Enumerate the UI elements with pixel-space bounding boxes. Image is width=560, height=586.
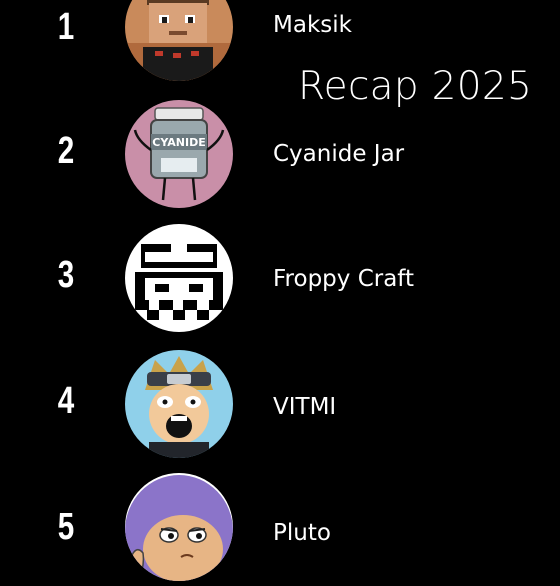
ninja-headband-avatar	[125, 350, 233, 458]
ranking-row-5: 5 Pluto	[0, 473, 560, 586]
cyanide-jar-avatar: CYANIDE	[125, 100, 233, 208]
jar-label: CYANIDE	[152, 136, 205, 149]
ranking-row-1: 1 Maksik	[0, 0, 560, 86]
rank-number: 1	[57, 6, 75, 48]
ranking-row-3: 3 Froppy Craft	[0, 224, 560, 334]
rank-number: 3	[57, 254, 75, 296]
ranking-row-2: 2 CYANIDE Cyanide Jar	[0, 100, 560, 210]
player-name: Pluto	[273, 520, 331, 546]
rank-number: 4	[57, 380, 75, 422]
player-name: VITMI	[273, 394, 337, 420]
player-name: Maksik	[273, 12, 352, 38]
player-name: Cyanide Jar	[273, 141, 405, 167]
rank-number: 2	[57, 130, 75, 172]
cartoon-purple-hair-avatar	[125, 473, 233, 581]
player-name: Froppy Craft	[273, 266, 415, 292]
rank-number: 5	[57, 506, 75, 548]
ranking-row-4: 4 VITMI	[0, 350, 560, 460]
blocky-character-avatar	[125, 0, 233, 81]
pixel-face-avatar	[125, 224, 233, 332]
